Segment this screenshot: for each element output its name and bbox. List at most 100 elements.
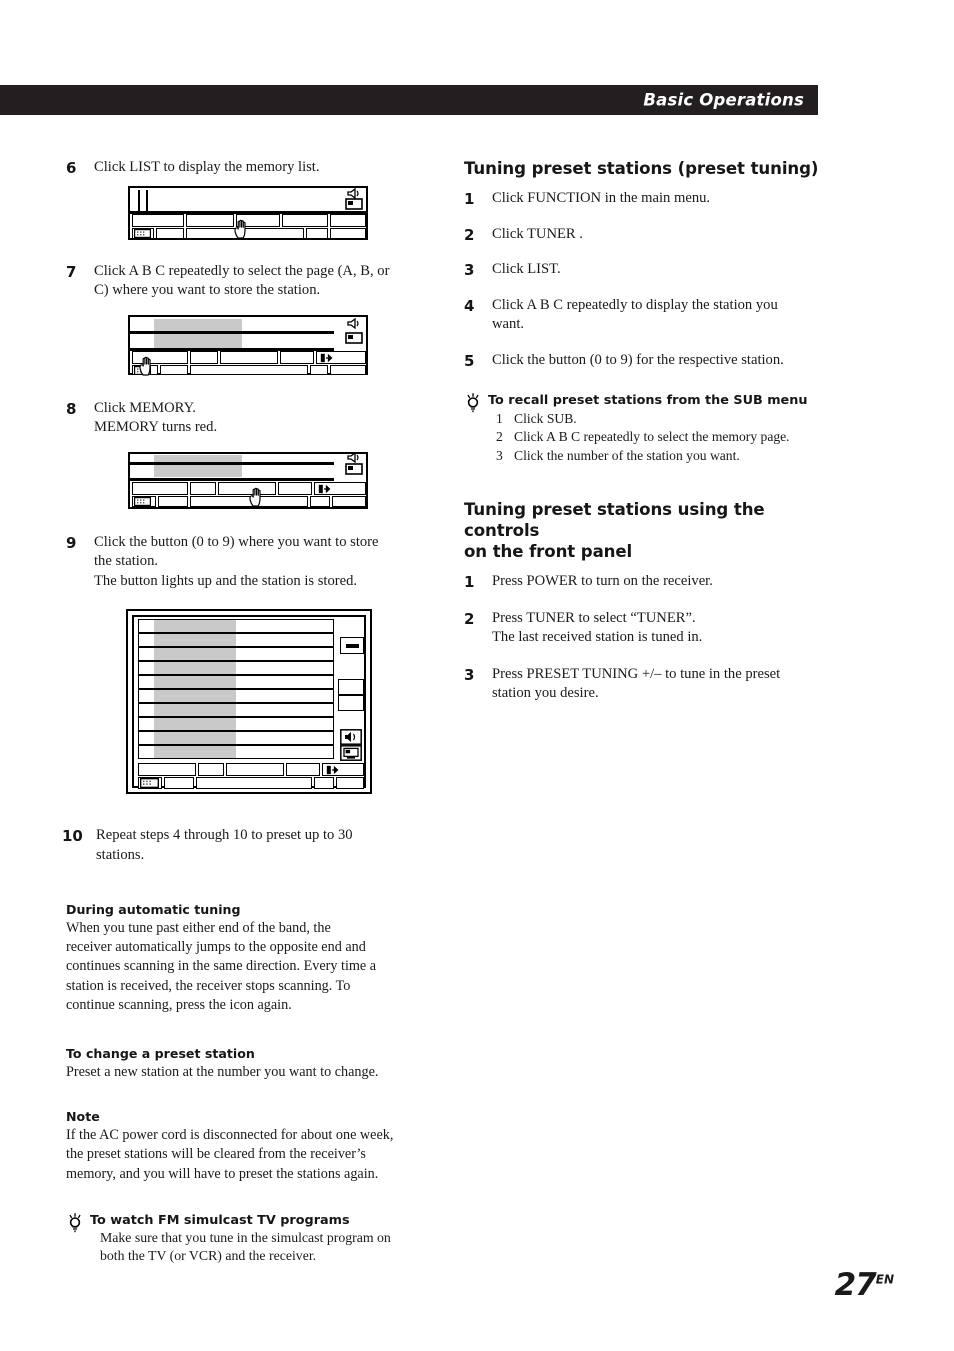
step-text: Press POWER to turn on the receiver. [492,573,713,590]
step-8: 8 Click MEMORY. MEMORY turns red. [66,399,422,438]
panel-button[interactable] [132,213,184,227]
step-6: 6 Click LIST to display the memory list. [66,158,422,178]
panel-button[interactable] [186,213,234,227]
side-control-blank[interactable] [338,695,364,711]
note-title: Note [66,1109,100,1125]
section-title: Basic Operations [643,90,804,110]
tip-body: Make sure that you tune in the simulcast… [100,1229,391,1264]
panel-button[interactable] [218,481,276,495]
keypad-icon [134,228,151,238]
step-text: Click the button (0 to 9) where you want… [94,533,379,589]
step-text: Click the button (0 to 9) for the respec… [492,351,784,368]
tip-title: To watch FM simulcast TV programs [90,1212,350,1228]
monitor-icon[interactable] [345,462,363,476]
monitor-icon[interactable] [345,197,363,211]
exit-arrow-icon[interactable] [320,353,333,363]
panel-button[interactable] [132,481,188,495]
list-row[interactable] [138,661,334,675]
step-number: 2 [464,225,475,244]
panel-button[interactable] [226,763,284,776]
hand-cursor-icon [139,356,151,376]
list-row[interactable] [138,717,334,731]
panel-button[interactable] [280,350,314,364]
panel-button[interactable] [310,495,330,507]
panel-button[interactable] [336,777,364,789]
note-during-automatic-tuning: During automatic tuning When you tune pa… [66,901,422,1015]
panel-button[interactable] [158,495,188,507]
hand-cursor-icon [234,219,246,239]
page-number-value: 27 [834,1267,877,1303]
step-number: 3 [464,665,475,684]
left-column: 6 Click LIST to display the memory list. [62,158,422,1266]
list-row[interactable] [138,647,334,661]
list-row[interactable] [138,633,334,647]
tip-item-number: 1 [496,411,503,426]
step-number: 7 [66,262,77,281]
list-row[interactable] [138,703,334,717]
step-number: 1 [464,190,475,208]
lightbulb-icon [467,393,479,413]
step-7: 7 Click A B C repeatedly to select the p… [66,262,422,301]
hand-cursor-icon [249,487,261,507]
speaker-icon[interactable] [346,451,362,463]
panel-button[interactable] [164,777,194,789]
tip-list-item: 1 Click SUB. [488,410,824,428]
note-body: Preset a new station at the number you w… [66,1064,379,1081]
step-number: 8 [66,399,77,418]
tip-list-item: 3 Click the number of the station you wa… [488,447,824,465]
step-number: 10 [62,827,83,845]
list-row[interactable] [138,745,334,759]
panel-button[interactable] [190,364,308,375]
note-title: During automatic tuning [66,902,241,917]
monitor-icon[interactable] [345,331,363,345]
list-row[interactable] [138,619,334,633]
device-panel [128,314,368,376]
step-number: 4 [464,296,475,315]
panel-button[interactable] [220,350,278,364]
list-row[interactable] [138,731,334,745]
exit-arrow-icon[interactable] [326,765,339,775]
speaker-icon[interactable] [340,729,362,745]
step-text: Click A B C repeatedly to select the pag… [94,262,390,299]
panel-button[interactable] [286,763,320,776]
diagram-tuner-panel-abc [128,314,422,376]
step-text: Click LIST to display the memory list. [94,159,320,175]
tip-title: To recall preset stations from the SUB m… [488,393,808,408]
side-control-dash[interactable] [340,637,364,654]
exit-arrow-icon[interactable] [318,484,331,494]
page-number: 27EN [835,1267,894,1303]
tip-list-item: 2 Click A B C repeatedly to select the m… [488,428,824,446]
diagram-tuner-panel-list [128,185,422,240]
panel-button[interactable] [190,350,218,364]
list-row[interactable] [138,689,334,703]
panel-button[interactable] [196,777,312,789]
step-10: 10 Repeat steps 4 through 10 to preset u… [62,826,422,865]
panel-button[interactable] [306,227,328,239]
panel-button[interactable] [330,227,366,239]
panel-tick [146,189,148,212]
panel-button[interactable] [198,763,224,776]
preset-step-1: 1 Click FUNCTION in the main menu. [464,189,824,209]
front-panel-step-2: 2 Press TUNER to select “TUNER”. The las… [464,609,824,648]
panel-button[interactable] [314,777,334,789]
panel-button[interactable] [190,481,216,495]
panel-button[interactable] [138,763,196,776]
front-panel-step-3: 3 Press PRESET TUNING +/– to tune in the… [464,665,824,704]
note-to-change-preset-station: To change a preset station Preset a new … [66,1045,422,1082]
panel-button[interactable] [156,227,184,239]
panel-button[interactable] [282,213,328,227]
side-control-blank[interactable] [338,679,364,695]
tip-item-number: 2 [496,429,503,445]
dash-button-icon [346,644,359,648]
panel-button[interactable] [332,495,366,507]
panel-button[interactable] [278,481,312,495]
panel-button[interactable] [330,364,366,375]
panel-button[interactable] [330,213,366,227]
note-body: If the AC power cord is disconnected for… [66,1127,394,1182]
speaker-icon[interactable] [346,317,362,329]
monitor-icon[interactable] [340,745,362,761]
panel-button[interactable] [310,364,328,375]
list-row[interactable] [138,675,334,689]
panel-button[interactable] [160,364,188,375]
step-text: Press PRESET TUNING +/– to tune in the p… [492,665,781,702]
